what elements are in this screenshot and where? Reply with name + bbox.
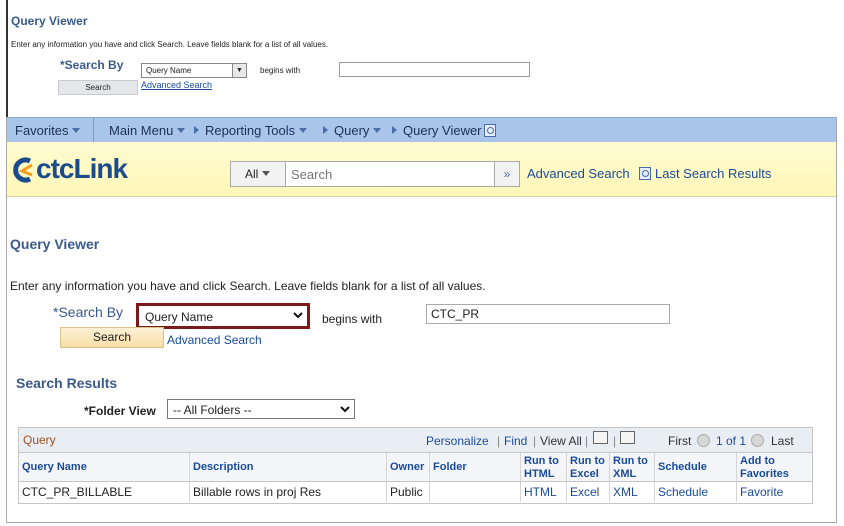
- grid-separator: |: [533, 434, 537, 448]
- favorite-link[interactable]: Favorite: [737, 482, 812, 502]
- folder-view-value: -- All Folders --: [173, 403, 252, 417]
- search-by-value: Query Name: [145, 310, 214, 324]
- col-schedule: Schedule: [655, 453, 737, 482]
- nav-favorites-label: Favorites: [15, 123, 69, 138]
- view-all-link[interactable]: View All: [540, 434, 582, 448]
- grid-separator: |: [585, 434, 589, 448]
- preview-instructions: Enter any information you have and click…: [11, 40, 329, 49]
- schedule-link[interactable]: Schedule: [655, 482, 737, 502]
- advanced-search-link[interactable]: Advanced Search: [167, 333, 262, 347]
- nav-reporting-tools[interactable]: Reporting Tools: [194, 123, 308, 138]
- run-xml-link[interactable]: XML: [610, 482, 655, 502]
- search-by-select[interactable]: Query Name: [136, 303, 310, 329]
- cell-description: Billable rows in proj Res: [190, 482, 387, 502]
- preview-search-button[interactable]: Search: [58, 80, 138, 95]
- begins-with-label: begins with: [322, 312, 383, 326]
- chevron-down-icon: [340, 406, 350, 413]
- chevron-right-icon: [194, 126, 199, 134]
- search-button[interactable]: Search: [60, 327, 164, 348]
- chevron-right-icon: [751, 434, 764, 447]
- grid-title: Query: [23, 433, 56, 447]
- search-by-label: *Search By: [53, 304, 124, 320]
- nav-query-viewer-label: Query Viewer: [403, 123, 482, 138]
- results-grid: Query Personalize | Find | View All | | …: [18, 427, 813, 504]
- chevron-down-icon: [72, 128, 81, 133]
- grid-toolbar: Query Personalize | Find | View All | | …: [19, 428, 812, 453]
- download-excel-icon[interactable]: [620, 431, 635, 444]
- folder-view-label: *Folder View: [84, 404, 156, 418]
- preview-advanced-search-link[interactable]: Advanced Search: [141, 80, 212, 90]
- preview-title: Query Viewer: [11, 14, 88, 28]
- run-excel-link[interactable]: Excel: [567, 482, 610, 502]
- preview-begins-with-input[interactable]: [339, 62, 530, 77]
- prev-page-button[interactable]: [697, 434, 710, 448]
- nav-query-label: Query: [334, 123, 370, 138]
- page-title: Query Viewer: [10, 236, 100, 252]
- col-run-excel: Run to Excel: [567, 453, 610, 482]
- nav-main-menu[interactable]: Main Menu: [109, 123, 186, 138]
- preview-pane: Query Viewer Enter any information you h…: [6, 0, 836, 117]
- chevron-down-icon: [299, 128, 308, 133]
- last-link[interactable]: Last: [771, 434, 794, 448]
- preview-search-by-select[interactable]: Query Name ▼: [141, 63, 247, 78]
- main-frame: Favorites Main Menu Reporting Tools Quer…: [6, 117, 837, 523]
- find-link[interactable]: Find: [504, 434, 527, 448]
- chevron-right-icon: [323, 126, 328, 134]
- header-banner: ctcLink All » Advanced Search Last Searc…: [7, 142, 836, 197]
- banner-advanced-search-link[interactable]: Advanced Search: [527, 166, 630, 181]
- folder-view-select[interactable]: -- All Folders --: [167, 399, 355, 419]
- chevron-down-icon: [373, 128, 382, 133]
- zoom-grid-icon[interactable]: [593, 431, 608, 444]
- chevron-left-icon: [697, 434, 710, 447]
- preview-search-by-value: Query Name: [146, 66, 192, 75]
- col-run-xml: Run to XML: [610, 453, 655, 482]
- chevron-down-icon: [293, 312, 303, 319]
- chevron-down-icon: ▼: [232, 64, 246, 77]
- col-query-name[interactable]: Query Name: [19, 453, 190, 482]
- logo-mark-icon: [13, 157, 33, 183]
- pager-count: 1 of 1: [716, 434, 747, 448]
- col-description[interactable]: Description: [190, 453, 387, 482]
- preview-search-by-label: *Search By: [60, 58, 124, 72]
- nav-query[interactable]: Query: [323, 123, 382, 138]
- cell-owner: Public: [387, 482, 430, 502]
- grid-separator: |: [497, 434, 501, 448]
- search-scope-value: All: [245, 167, 259, 181]
- nav-reporting-tools-label: Reporting Tools: [205, 123, 296, 138]
- col-add-favorites: Add to Favorites: [737, 453, 812, 482]
- grid-separator: |: [613, 434, 617, 448]
- global-search: All »: [230, 161, 520, 187]
- next-page-button[interactable]: [751, 434, 764, 448]
- search-scope-select[interactable]: All: [230, 161, 285, 187]
- page-instructions: Enter any information you have and click…: [10, 279, 486, 293]
- nav-query-viewer[interactable]: Query Viewer: [392, 123, 500, 138]
- col-run-html: Run to HTML: [521, 453, 567, 482]
- breadcrumb-nav: Favorites Main Menu Reporting Tools Quer…: [7, 117, 836, 143]
- logo-text: ctcLink: [36, 153, 128, 184]
- search-results-title: Search Results: [16, 375, 118, 391]
- chevron-down-icon: [177, 128, 186, 133]
- preview-begins-with-label: begins with: [260, 66, 301, 75]
- ctclink-logo[interactable]: ctcLink: [10, 151, 130, 187]
- nav-divider: [93, 118, 94, 143]
- personalize-link[interactable]: Personalize: [426, 434, 489, 448]
- search-go-button[interactable]: »: [495, 161, 520, 187]
- col-owner[interactable]: Owner: [387, 453, 430, 482]
- last-search-results-link[interactable]: Last Search Results: [639, 166, 771, 181]
- chevron-down-icon: [262, 171, 271, 176]
- cell-folder: [430, 482, 521, 502]
- nav-main-menu-label: Main Menu: [109, 123, 174, 138]
- first-link[interactable]: First: [668, 434, 691, 448]
- nav-favorites[interactable]: Favorites: [15, 123, 81, 138]
- run-html-link[interactable]: HTML: [521, 482, 567, 502]
- cell-query-name: CTC_PR_BILLABLE: [19, 482, 190, 502]
- last-search-results-label: Last Search Results: [655, 166, 772, 181]
- begins-with-input[interactable]: [426, 304, 670, 324]
- search-results-icon: [639, 167, 651, 180]
- global-search-input[interactable]: [285, 161, 495, 187]
- page-search-icon[interactable]: [483, 124, 496, 137]
- col-folder[interactable]: Folder: [430, 453, 521, 482]
- chevron-right-icon: [392, 126, 397, 134]
